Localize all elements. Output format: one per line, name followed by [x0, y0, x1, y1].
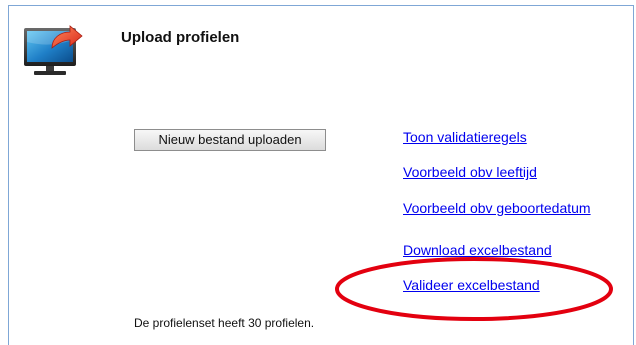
example-by-birthdate-link[interactable]: Voorbeeld obv geboortedatum [403, 200, 591, 216]
validate-excel-link[interactable]: Valideer excelbestand [403, 277, 540, 293]
profile-count-text: De profielenset heeft 30 profielen. [134, 316, 315, 330]
example-by-age-link[interactable]: Voorbeeld obv leeftijd [403, 164, 537, 180]
monitor-upload-icon [24, 25, 83, 75]
upload-new-file-button[interactable]: Nieuw bestand uploaden [134, 129, 326, 151]
download-excel-link[interactable]: Download excelbestand [403, 242, 552, 258]
page-title: Upload profielen [121, 29, 240, 46]
show-validation-rules-link[interactable]: Toon validatieregels [403, 129, 527, 145]
upload-panel [8, 5, 634, 345]
